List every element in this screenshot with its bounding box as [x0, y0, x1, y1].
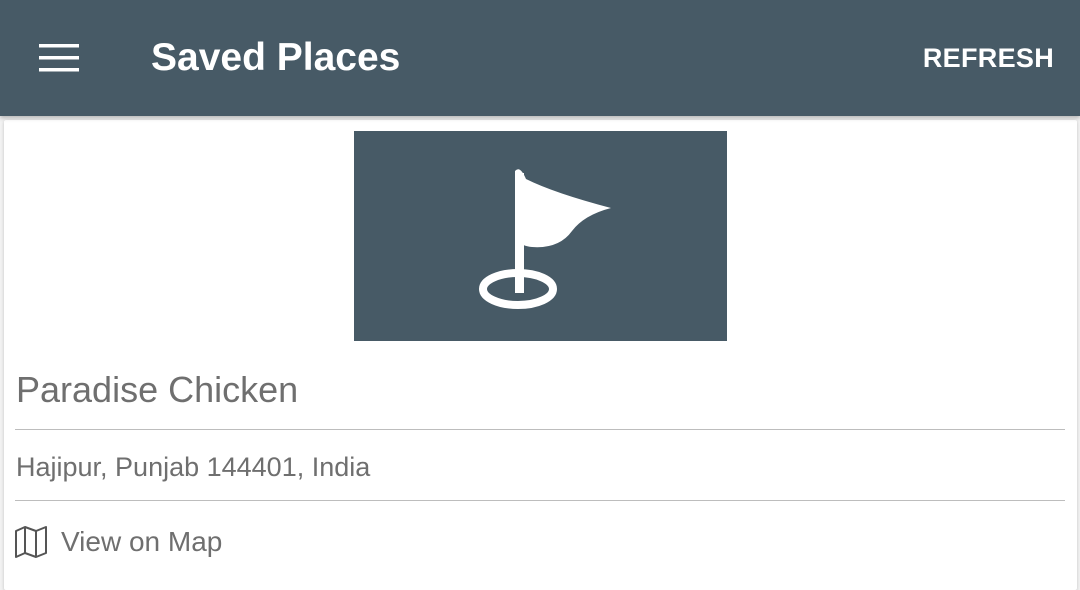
place-name: Paradise Chicken: [16, 369, 299, 410]
menu-button[interactable]: [22, 22, 96, 94]
divider: [15, 500, 1065, 501]
view-on-map-label: View on Map: [61, 526, 223, 557]
map-icon: [15, 526, 47, 558]
hamburger-menu-icon: [39, 44, 79, 72]
divider: [15, 429, 1065, 430]
app-bar: Saved Places REFRESH: [0, 0, 1080, 116]
view-on-map-button[interactable]: View on Map: [14, 520, 222, 564]
flag-pin-icon: [479, 169, 611, 309]
page-title: Saved Places: [151, 36, 401, 79]
refresh-button[interactable]: REFRESH: [923, 40, 1054, 76]
place-address: Hajipur, Punjab 144401, India: [16, 452, 371, 482]
place-card: Paradise Chicken Hajipur, Punjab 144401,…: [4, 120, 1077, 590]
place-image: [354, 131, 727, 341]
